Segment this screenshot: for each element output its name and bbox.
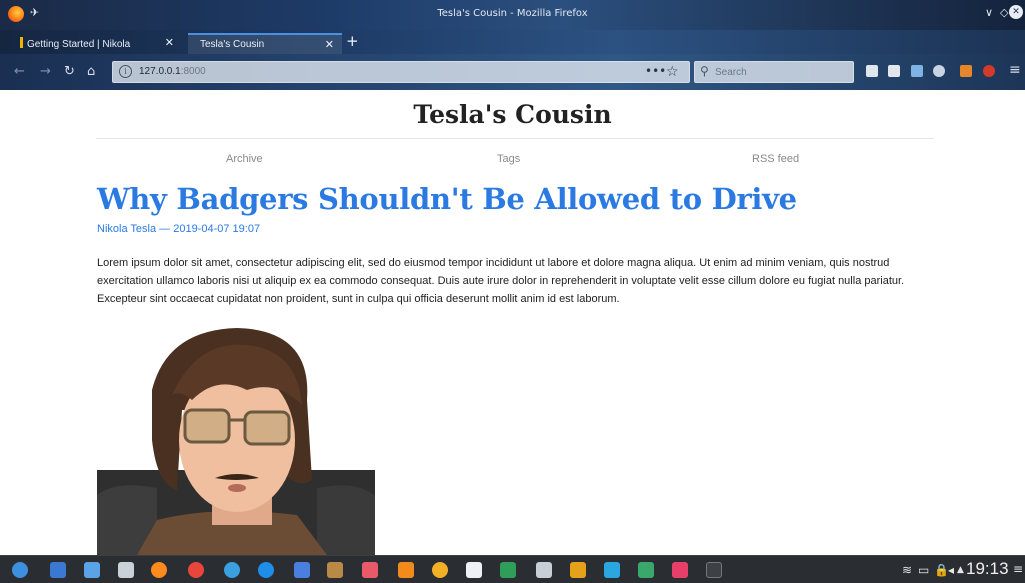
firefox-icon[interactable] — [151, 562, 167, 578]
tab-teslas-cousin[interactable]: Tesla's Cousin ✕ — [188, 33, 342, 54]
files-icon[interactable] — [50, 562, 66, 578]
search-icon: ⚲ — [700, 64, 709, 78]
terminal-icon[interactable] — [706, 562, 722, 578]
tab-close-icon[interactable]: ✕ — [325, 38, 334, 51]
tab-close-icon[interactable]: ✕ — [165, 36, 174, 49]
new-tab-button[interactable]: + — [346, 32, 359, 50]
page-actions-icon[interactable]: ••• — [645, 64, 666, 78]
post-photo — [97, 320, 375, 555]
vlc-icon[interactable] — [398, 562, 414, 578]
notes-icon[interactable] — [118, 562, 134, 578]
url-host: 127.0.0.1 — [139, 66, 181, 77]
post-meta[interactable]: Nikola Tesla — 2019-04-07 19:07 — [97, 223, 260, 235]
folder-icon[interactable] — [84, 562, 100, 578]
kde-app-icon[interactable] — [672, 562, 688, 578]
nav-link-archive[interactable]: Archive — [226, 153, 263, 165]
window-title: Tesla's Cousin - Mozilla Firefox — [437, 8, 588, 19]
web-page: Tesla's Cousin Archive Tags RSS feed Why… — [0, 90, 1025, 555]
wifi-icon[interactable]: ≋ — [902, 563, 912, 577]
banana-icon[interactable] — [432, 562, 448, 578]
home-icon[interactable]: ⌂ — [87, 64, 95, 79]
activity-icon[interactable] — [604, 562, 620, 578]
print-icon[interactable] — [866, 65, 878, 77]
skype-icon[interactable] — [258, 562, 274, 578]
extension-icon[interactable] — [960, 65, 972, 77]
info-icon[interactable]: i — [119, 65, 132, 78]
header-divider — [96, 138, 934, 139]
post-title[interactable]: Why Badgers Shouldn't Be Allowed to Driv… — [97, 182, 797, 216]
url-bar[interactable]: i 127.0.0.1:8000 ••• ☆ — [112, 61, 690, 83]
photos-icon[interactable] — [362, 562, 378, 578]
window-titlebar: ✈ Tesla's Cousin - Mozilla Firefox ∨ ◇ ✕ — [0, 0, 1025, 30]
volume-icon[interactable]: ◂ — [948, 563, 954, 577]
bookmark-icon[interactable] — [500, 562, 516, 578]
hamburger-menu-icon[interactable]: ≡ — [1009, 62, 1021, 78]
messenger-icon[interactable] — [294, 562, 310, 578]
portrait-image — [97, 328, 375, 555]
taskbar-menu-icon[interactable]: ≡ — [1013, 562, 1023, 576]
battery-icon[interactable]: ▭ — [918, 563, 929, 577]
extension-icon[interactable] — [911, 65, 923, 77]
telegram-icon[interactable] — [224, 562, 240, 578]
taskbar: ≋ ▭ 🔒 ◂ ▲ 19:13 ≡ — [0, 555, 1025, 583]
image-viewer-icon[interactable] — [638, 562, 654, 578]
tab-label: Tesla's Cousin — [200, 39, 265, 50]
app-launcher-icon[interactable] — [12, 562, 28, 578]
extension-icon[interactable] — [933, 65, 945, 77]
tab-getting-started[interactable]: Getting Started | Nikola ✕ — [14, 33, 182, 54]
close-window-icon[interactable]: ✕ — [1009, 5, 1023, 19]
document-icon[interactable] — [466, 562, 482, 578]
clock[interactable]: 19:13 — [966, 559, 1009, 579]
paint-icon[interactable] — [327, 562, 343, 578]
extension-puzzle-icon[interactable] — [888, 65, 900, 77]
lock-icon[interactable]: 🔒 — [934, 563, 949, 577]
back-arrow-icon[interactable]: ← — [14, 64, 25, 79]
url-text[interactable]: 127.0.0.1:8000 — [139, 66, 206, 77]
minimize-icon[interactable]: ∨ — [985, 6, 993, 19]
tab-strip: Getting Started | Nikola ✕ Tesla's Cousi… — [0, 30, 1025, 54]
chrome-icon[interactable] — [188, 562, 204, 578]
bookmark-star-icon[interactable]: ☆ — [666, 64, 679, 80]
post-body: Lorem ipsum dolor sit amet, consectetur … — [97, 257, 905, 305]
maximize-icon[interactable]: ◇ — [1000, 6, 1008, 19]
editor-icon[interactable] — [536, 562, 552, 578]
url-port: :8000 — [180, 66, 206, 77]
forward-arrow-icon[interactable]: → — [40, 64, 51, 79]
search-bar[interactable]: ⚲ Search — [694, 61, 854, 83]
tab-label: Getting Started | Nikola — [27, 39, 131, 50]
nav-link-rss-feed[interactable]: RSS feed — [752, 153, 799, 165]
beer-icon[interactable] — [570, 562, 586, 578]
reload-icon[interactable]: ↻ — [64, 64, 75, 79]
nav-link-tags[interactable]: Tags — [497, 153, 520, 165]
tray-expand-icon[interactable]: ▲ — [957, 565, 964, 575]
navigation-toolbar: ← → ↻ ⌂ i 127.0.0.1:8000 ••• ☆ ⚲ Search … — [0, 54, 1025, 90]
nikola-favicon-icon — [20, 37, 23, 48]
site-title[interactable]: Tesla's Cousin — [0, 100, 1025, 129]
ublock-icon[interactable] — [983, 65, 995, 77]
search-placeholder: Search — [715, 67, 747, 78]
